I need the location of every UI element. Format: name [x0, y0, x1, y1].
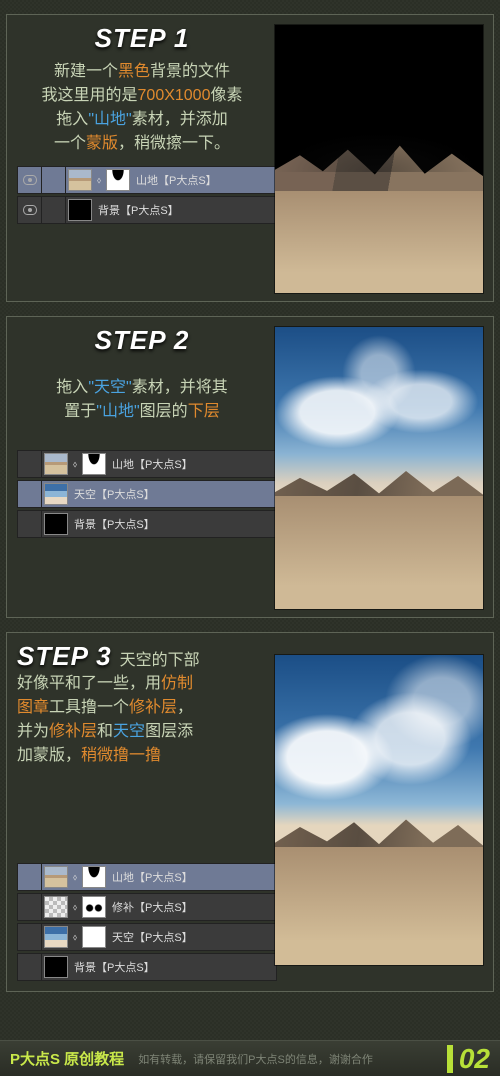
- layer-row-bg[interactable]: 背景【P大点S】: [17, 953, 277, 981]
- layer-row-sky[interactable]: 天空【P大点S】: [17, 480, 277, 508]
- visibility-icon[interactable]: [18, 197, 42, 223]
- layer-row-mountain[interactable]: ⬨ 山地【P大点S】: [17, 166, 277, 194]
- step1-title: STEP 1: [17, 23, 267, 54]
- layer-name: 修补【P大点S】: [112, 899, 193, 915]
- step3-title: STEP 3: [17, 641, 112, 672]
- layer-thumb: [44, 513, 68, 535]
- layer-thumb: [68, 199, 92, 221]
- layer-thumb: [44, 866, 68, 888]
- link-icon: ⬨: [70, 932, 80, 943]
- layer-row-mountain[interactable]: ⬨ 山地【P大点S】: [17, 450, 277, 478]
- layer-row-sky[interactable]: ⬨ 天空【P大点S】: [17, 923, 277, 951]
- mask-thumb: [82, 926, 106, 948]
- layer-name: 背景【P大点S】: [98, 202, 179, 218]
- layer-thumb: [44, 483, 68, 505]
- link-icon: ⬨: [94, 175, 104, 186]
- layer-row-bg[interactable]: 背景【P大点S】: [17, 510, 277, 538]
- page-number: 02: [447, 1045, 490, 1073]
- layer-thumb: [68, 169, 92, 191]
- footer-brand: P大点S 原创教程: [10, 1048, 124, 1069]
- layer-row-bg[interactable]: 背景【P大点S】: [17, 196, 277, 224]
- layer-thumb: [44, 453, 68, 475]
- step3-panel: STEP 3 天空的下部 好像平和了一些，用仿制 图章工具撸一个修补层， 并为修…: [6, 632, 494, 992]
- layer-name: 天空【P大点S】: [112, 929, 193, 945]
- footer: P大点S 原创教程 如有转载，请保留我们P大点S的信息，谢谢合作 02: [0, 1040, 500, 1076]
- step2-desc: 拖入"天空"素材，并将其 置于"山地"图层的下层: [17, 376, 267, 424]
- layer-name: 山地【P大点S】: [112, 456, 193, 472]
- layer-name: 山地【P大点S】: [136, 172, 217, 188]
- layer-thumb: [44, 956, 68, 978]
- visibility-icon[interactable]: [18, 167, 42, 193]
- layer-name: 天空【P大点S】: [74, 486, 155, 502]
- link-icon: ⬨: [70, 902, 80, 913]
- mask-thumb: [106, 169, 130, 191]
- step3-desc: 好像平和了一些，用仿制 图章工具撸一个修补层， 并为修补层和天空图层添 加蒙版，…: [17, 672, 267, 768]
- step3-layers: ⬨ 山地【P大点S】 ⬨ 修补【P大点S】 ⬨ 天空【P大点S】 背景【P大点S…: [17, 863, 277, 983]
- layer-thumb: [44, 896, 68, 918]
- mask-thumb: [82, 453, 106, 475]
- step2-title: STEP 2: [17, 325, 267, 356]
- footer-note: 如有转载，请保留我们P大点S的信息，谢谢合作: [138, 1051, 447, 1067]
- layer-name: 背景【P大点S】: [74, 516, 155, 532]
- layer-row-mountain[interactable]: ⬨ 山地【P大点S】: [17, 863, 277, 891]
- step2-layers: ⬨ 山地【P大点S】 天空【P大点S】 背景【P大点S】: [17, 450, 277, 538]
- layer-name: 山地【P大点S】: [112, 869, 193, 885]
- step2-preview: [275, 327, 483, 609]
- step1-panel: STEP 1 新建一个黑色背景的文件 我这里用的是700X1000像素 拖入"山…: [6, 14, 494, 302]
- step1-desc: 新建一个黑色背景的文件 我这里用的是700X1000像素 拖入"山地"素材，并添…: [17, 60, 267, 156]
- mask-thumb: [82, 896, 106, 918]
- layer-name: 背景【P大点S】: [74, 959, 155, 975]
- layer-row-patch[interactable]: ⬨ 修补【P大点S】: [17, 893, 277, 921]
- link-icon: ⬨: [70, 459, 80, 470]
- step1-preview: [275, 25, 483, 293]
- layer-thumb: [44, 926, 68, 948]
- step3-preview: [275, 655, 483, 965]
- step3-desc-line1: 天空的下部: [120, 646, 200, 670]
- mask-thumb: [82, 866, 106, 888]
- step1-layers: ⬨ 山地【P大点S】 背景【P大点S】: [17, 166, 277, 224]
- step2-panel: STEP 2 拖入"天空"素材，并将其 置于"山地"图层的下层 ⬨ 山地【P大点…: [6, 316, 494, 618]
- link-icon: ⬨: [70, 872, 80, 883]
